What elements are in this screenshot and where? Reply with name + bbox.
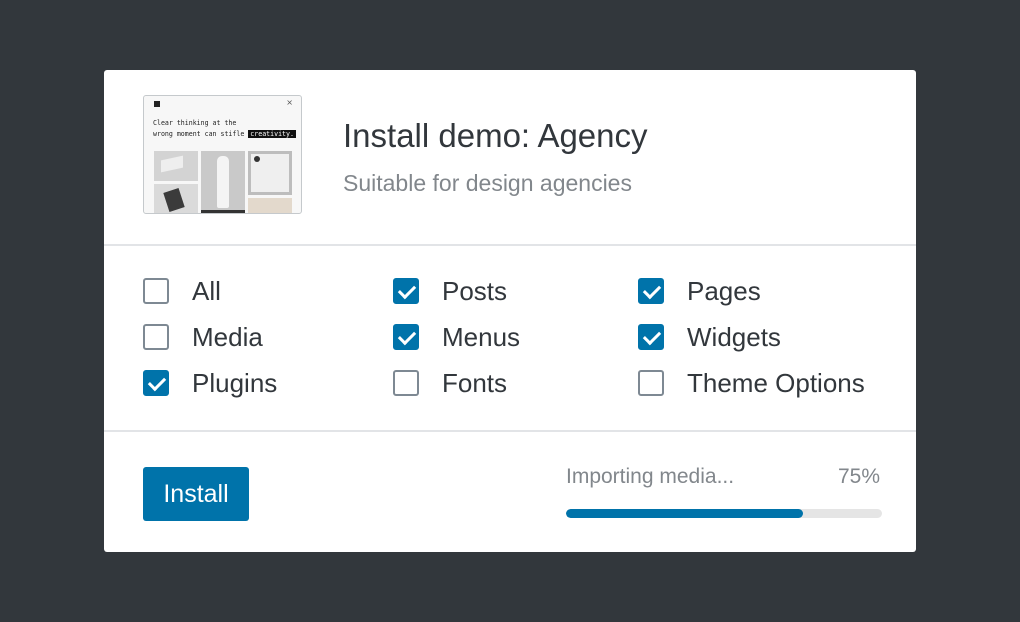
checkbox[interactable] — [638, 278, 664, 304]
dialog-subtitle: Suitable for design agencies — [343, 170, 632, 196]
checkbox[interactable] — [638, 324, 664, 350]
checkbox[interactable] — [143, 324, 169, 350]
preview-image-tan — [248, 198, 292, 213]
preview-bottle-shape — [217, 156, 229, 208]
preview-close-icon: × — [286, 98, 293, 107]
option-pages[interactable]: Pages — [638, 277, 761, 305]
option-label: Fonts — [442, 368, 508, 398]
option-posts[interactable]: Posts — [393, 277, 507, 305]
option-label: Pages — [687, 276, 761, 306]
install-demo-dialog: × Clear thinking at the wrong moment can… — [104, 70, 916, 552]
install-button[interactable]: Install — [143, 467, 249, 521]
checkbox[interactable] — [143, 278, 169, 304]
import-percent: 75% — [837, 465, 880, 488]
preview-frame-dot — [254, 156, 260, 162]
option-label: Theme Options — [687, 368, 865, 398]
preview-text: Clear thinking at the wrong moment can s… — [153, 118, 296, 140]
option-fonts[interactable]: Fonts — [393, 369, 507, 397]
preview-logo-icon — [154, 101, 160, 107]
preview-text-line-1: Clear thinking at the — [153, 119, 237, 127]
option-label: Widgets — [687, 322, 781, 352]
checkbox[interactable] — [638, 370, 664, 396]
checkbox[interactable] — [393, 278, 419, 304]
option-label: Plugins — [192, 368, 278, 398]
option-label: All — [192, 276, 221, 306]
progress-bar — [566, 509, 882, 518]
option-plugins[interactable]: Plugins — [143, 369, 277, 397]
option-widgets[interactable]: Widgets — [638, 323, 781, 351]
option-label: Media — [192, 322, 263, 352]
preview-text-line-2: wrong moment can stifle — [153, 130, 245, 138]
option-label: Posts — [442, 276, 508, 306]
demo-preview-thumbnail: × Clear thinking at the wrong moment can… — [143, 95, 302, 214]
preview-highlight: creativity. — [248, 130, 296, 138]
option-label: Menus — [442, 322, 521, 352]
checkbox[interactable] — [393, 324, 419, 350]
checkbox[interactable] — [393, 370, 419, 396]
import-status-text: Importing media... — [566, 465, 735, 488]
progress-bar-fill — [566, 509, 803, 518]
option-theme-options[interactable]: Theme Options — [638, 369, 865, 397]
option-media[interactable]: Media — [143, 323, 263, 351]
option-all[interactable]: All — [143, 277, 221, 305]
dialog-title: Install demo: Agency — [343, 117, 648, 154]
dialog-header: × Clear thinking at the wrong moment can… — [104, 70, 916, 246]
preview-image-dark — [201, 210, 245, 213]
checkbox[interactable] — [143, 370, 169, 396]
import-options: All Posts Pages Media Menus Widgets Plug… — [104, 248, 916, 432]
option-menus[interactable]: Menus — [393, 323, 520, 351]
